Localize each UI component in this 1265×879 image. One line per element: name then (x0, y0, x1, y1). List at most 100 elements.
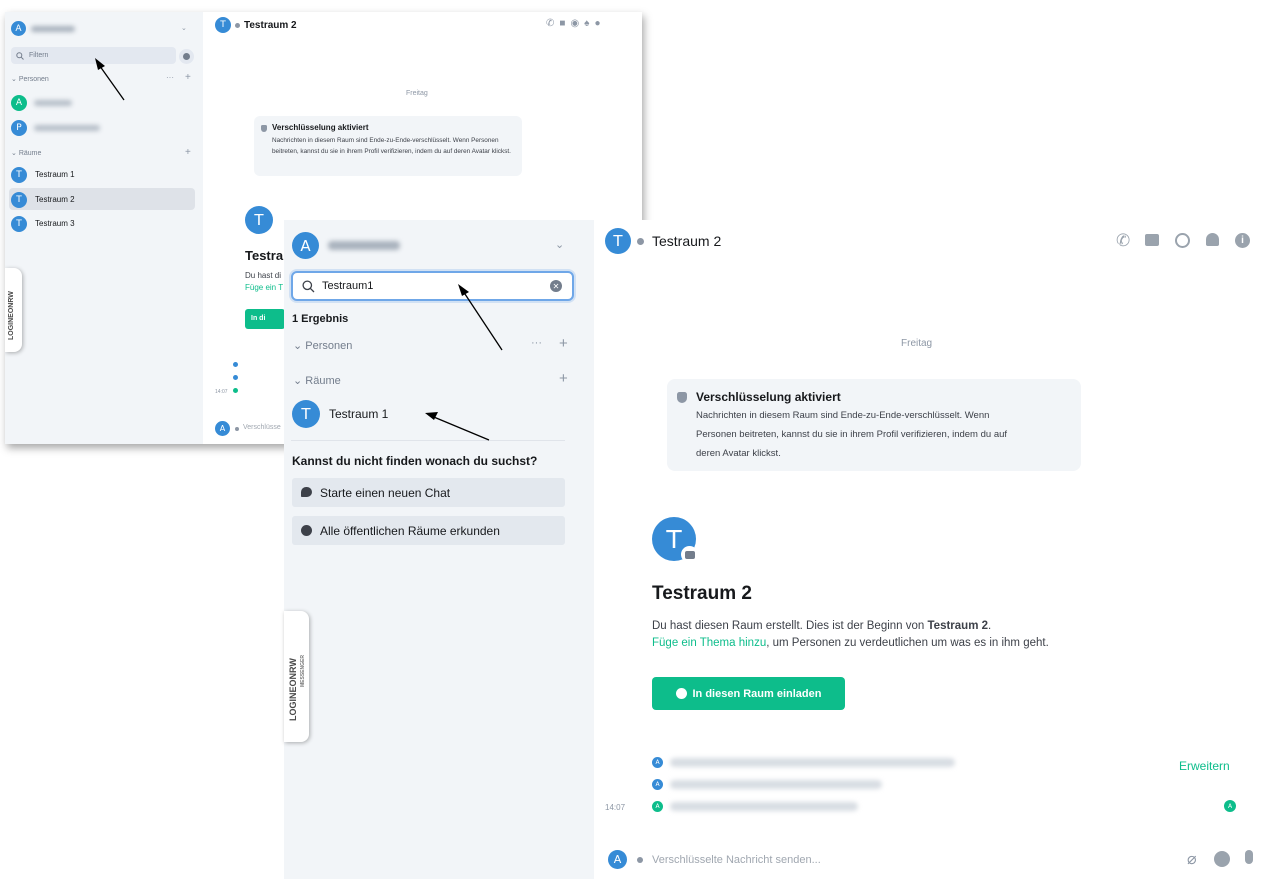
add-person-icon[interactable]: + (185, 72, 191, 83)
section-people-label: Personen (305, 340, 353, 352)
room-avatar: T (292, 400, 320, 428)
search-icon (302, 280, 315, 293)
encryption-notice: Verschlüsselung aktiviert Nachrichten in… (667, 379, 1081, 471)
start-new-chat-button[interactable]: Starte einen neuen Chat (292, 478, 565, 507)
invite-button-partial[interactable]: In di (245, 309, 285, 329)
read-receipt-avatar[interactable]: A (1224, 800, 1236, 812)
section-rooms-header[interactable]: ⌄ Räume (11, 149, 41, 157)
add-topic-link[interactable]: Füge ein Thema hinzu (652, 637, 766, 649)
header-icons[interactable]: ✆■◉♠● (546, 18, 606, 29)
logineo-logo: LOGINEONRW MESSENGER (284, 611, 309, 742)
intro-title: Testra (245, 248, 284, 263)
video-icon[interactable] (1145, 234, 1159, 246)
more-options-icon[interactable]: ··· (166, 73, 174, 82)
compass-icon (183, 53, 190, 60)
logineo-logo: LOGINEONRW (5, 268, 22, 352)
room-large-avatar: T (245, 206, 273, 234)
intro-text-period: . (988, 620, 992, 632)
search-value: Testraum1 (322, 280, 374, 292)
encryption-notice: Verschlüsselung aktiviert Nachrichten in… (254, 116, 522, 176)
bell-icon[interactable]: ♠ (584, 18, 594, 29)
room-header-avatar[interactable]: T (605, 228, 631, 254)
section-rooms-header[interactable]: ⌄ Räume (293, 374, 341, 387)
event-avatar: A (652, 801, 663, 812)
explore-public-rooms-label: Alle öffentlichen Räume erkunden (320, 524, 500, 538)
composer-avatar: A (608, 850, 627, 869)
intro-title: Testraum 2 (652, 583, 752, 604)
shield-icon (677, 392, 687, 403)
section-people-label: Personen (18, 76, 49, 83)
expand-link[interactable]: Erweitern (1179, 759, 1230, 773)
section-people-header[interactable]: ⌄ Personen (293, 339, 352, 352)
section-rooms-label: Räume (18, 150, 42, 157)
search-icon (16, 52, 24, 60)
composer-input-partial[interactable]: Verschlüsse (243, 424, 281, 431)
user-avatar[interactable]: A (11, 21, 26, 36)
room-avatar: T (11, 167, 27, 183)
chat-bubble-icon (301, 487, 312, 497)
room-header-avatar[interactable]: T (215, 17, 231, 33)
back-room-list-sidebar: A ⌄ Filtern ⌄ Personen ··· + A P ⌄ Räume… (5, 12, 203, 444)
room-header-title[interactable]: Testraum 2 (244, 20, 297, 31)
camera-icon[interactable] (681, 546, 698, 563)
composer-avatar: A (215, 421, 230, 436)
room-header-title[interactable]: Testraum 2 (652, 233, 721, 249)
message-composer-input[interactable]: Verschlüsselte Nachricht senden... (652, 854, 821, 866)
intro-link[interactable]: Füge ein T (245, 283, 283, 292)
add-user-icon (675, 688, 687, 699)
intro-text: Du hast di (245, 271, 282, 280)
day-separator: Freitag (901, 338, 933, 349)
encryption-title: Verschlüsselung aktiviert (272, 123, 369, 132)
user-avatar[interactable]: A (292, 232, 319, 259)
encryption-body-line: Personen beitreten, kannst du sie in ihr… (696, 429, 1008, 440)
encryption-title: Verschlüsselung aktiviert (696, 390, 841, 404)
chevron-down-icon[interactable]: ⌄ (555, 238, 564, 251)
compass-icon (301, 525, 312, 536)
phone-icon[interactable]: ✆ (1116, 231, 1130, 251)
filter-input[interactable]: Filtern (11, 47, 176, 64)
section-rooms-label: Räume (305, 375, 341, 387)
room-item-testraum-2[interactable]: Testraum 2 (35, 195, 75, 204)
microphone-icon[interactable] (1245, 850, 1253, 864)
add-room-icon[interactable]: + (559, 370, 568, 387)
person-name-blurred[interactable] (34, 100, 72, 106)
result-count: 1 Ergebnis (292, 313, 349, 325)
logo-text: LOGINEONRW (288, 658, 298, 721)
explore-button[interactable] (179, 49, 194, 64)
person-avatar[interactable]: P (11, 120, 27, 136)
phone-icon[interactable]: ✆ (546, 18, 559, 29)
room-result-item[interactable]: T Testraum 1 (289, 398, 569, 430)
threads-icon[interactable]: ◉ (570, 18, 584, 29)
emoji-icon[interactable] (1214, 851, 1230, 867)
room-avatar: T (11, 216, 27, 232)
clear-search-icon[interactable]: ✕ (550, 280, 562, 292)
bell-icon[interactable] (1206, 233, 1219, 246)
attachment-icon[interactable]: ⌀ (1187, 849, 1197, 869)
add-room-icon[interactable]: + (185, 147, 191, 158)
event-avatar: A (652, 779, 663, 790)
video-icon[interactable]: ■ (559, 18, 570, 29)
event-avatar (233, 362, 238, 367)
intro-topic-line: Füge ein Thema hinzu, um Personen zu ver… (652, 637, 1049, 649)
person-avatar[interactable]: A (11, 95, 27, 111)
room-item-testraum-1[interactable]: Testraum 1 (35, 170, 75, 179)
more-options-icon[interactable]: ··· (531, 337, 542, 349)
info-icon[interactable]: i (1235, 233, 1250, 248)
invite-to-room-button[interactable]: In diesen Raum einladen (652, 677, 845, 710)
search-input[interactable]: Testraum1 ✕ (291, 271, 574, 301)
threads-icon[interactable] (1175, 233, 1190, 248)
event-summary-blurred (670, 780, 882, 789)
explore-public-rooms-button[interactable]: Alle öffentlichen Räume erkunden (292, 516, 565, 545)
event-avatar (233, 388, 238, 393)
add-person-icon[interactable]: + (559, 335, 568, 352)
info-icon[interactable]: ● (594, 18, 605, 29)
person-name-blurred[interactable] (34, 125, 100, 131)
room-item-testraum-3[interactable]: Testraum 3 (35, 219, 75, 228)
intro-room-name: Testraum 2 (927, 620, 989, 632)
section-people-header[interactable]: ⌄ Personen (11, 75, 49, 83)
not-found-heading: Kannst du nicht finden wonach du suchst? (292, 454, 538, 468)
room-result-name: Testraum 1 (329, 407, 389, 421)
shield-icon (637, 857, 643, 863)
encryption-body-line: Nachrichten in diesem Raum sind Ende-zu-… (696, 410, 990, 421)
chevron-down-icon[interactable]: ⌄ (181, 24, 187, 32)
